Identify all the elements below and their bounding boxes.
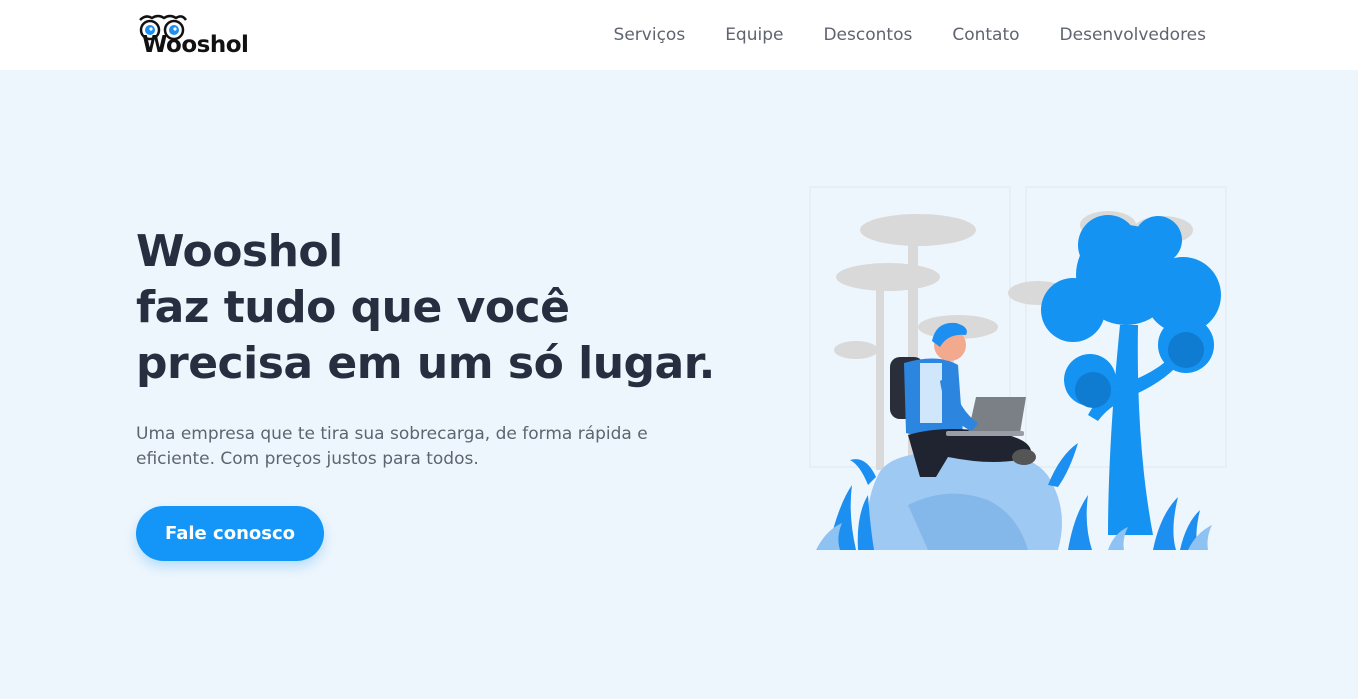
logo-text: Wooshol: [142, 32, 249, 58]
nav-link-contato[interactable]: Contato: [952, 24, 1019, 46]
nav-link-equipe[interactable]: Equipe: [725, 24, 783, 46]
hero-title: Wooshol faz tudo que você precisa em um …: [136, 224, 756, 392]
top-navbar: Wooshol Serviços Equipe Descontos Contat…: [0, 0, 1358, 70]
main-nav: Serviços Equipe Descontos Contato Desenv…: [614, 24, 1206, 46]
nav-link-descontos[interactable]: Descontos: [823, 24, 912, 46]
person-with-laptop-in-forest-illustration: [809, 186, 1227, 550]
hero-title-line: faz tudo que você: [136, 282, 570, 333]
hero-subtitle: Uma empresa que te tira sua sobrecarga, …: [136, 424, 648, 469]
nav-link-servicos[interactable]: Serviços: [614, 24, 686, 46]
hero-title-line: precisa em um só lugar.: [136, 338, 715, 389]
hero-title-line: Wooshol: [136, 226, 343, 277]
nav-link-desenvolvedores[interactable]: Desenvolvedores: [1060, 24, 1206, 46]
contact-button[interactable]: Fale conosco: [136, 506, 324, 561]
brand-logo[interactable]: Wooshol: [138, 14, 268, 58]
